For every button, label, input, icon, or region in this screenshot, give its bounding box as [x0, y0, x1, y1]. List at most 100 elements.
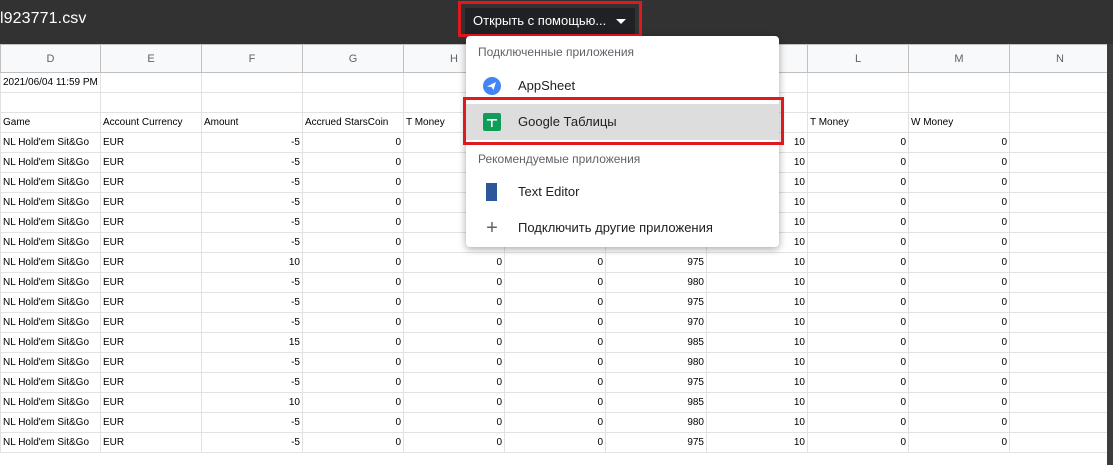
table-cell[interactable] — [302, 92, 404, 113]
table-cell[interactable]: 0 — [302, 352, 404, 373]
table-cell[interactable]: 0 — [504, 332, 606, 353]
table-cell[interactable]: 980 — [605, 412, 707, 433]
table-cell[interactable]: EUR — [100, 172, 202, 193]
table-cell[interactable]: 0 — [807, 372, 909, 393]
table-cell[interactable]: 0 — [504, 432, 606, 453]
table-cell[interactable]: 0 — [302, 392, 404, 413]
table-cell[interactable]: -5 — [201, 412, 303, 433]
column-header[interactable]: M — [908, 44, 1010, 73]
table-cell[interactable]: 970 — [605, 312, 707, 333]
table-cell[interactable] — [908, 72, 1010, 93]
table-cell[interactable]: 0 — [807, 232, 909, 253]
table-cell[interactable] — [1009, 312, 1107, 333]
table-cell[interactable]: 0 — [302, 212, 404, 233]
table-cell[interactable]: 985 — [605, 332, 707, 353]
table-cell[interactable]: 0 — [908, 232, 1010, 253]
menu-item-google-sheets[interactable]: Google Таблицы — [466, 104, 779, 140]
table-cell[interactable]: 0 — [908, 372, 1010, 393]
table-cell[interactable]: 0 — [908, 332, 1010, 353]
table-cell[interactable]: 10 — [706, 292, 808, 313]
table-cell[interactable]: 0 — [403, 312, 505, 333]
table-cell[interactable]: Game — [0, 112, 101, 133]
table-cell[interactable]: 0 — [302, 252, 404, 273]
table-cell[interactable] — [100, 92, 202, 113]
table-cell[interactable]: T Money — [807, 112, 909, 133]
table-cell[interactable]: NL Hold'em Sit&Go — [0, 232, 101, 253]
table-cell[interactable]: 0 — [302, 272, 404, 293]
table-cell[interactable]: 0 — [807, 192, 909, 213]
table-cell[interactable] — [807, 92, 909, 113]
table-cell[interactable]: NL Hold'em Sit&Go — [0, 352, 101, 373]
table-cell[interactable] — [1009, 252, 1107, 273]
table-cell[interactable]: 0 — [504, 352, 606, 373]
table-cell[interactable] — [201, 72, 303, 93]
table-cell[interactable]: 0 — [302, 192, 404, 213]
table-cell[interactable]: 10 — [706, 432, 808, 453]
table-cell[interactable]: EUR — [100, 372, 202, 393]
column-header[interactable]: N — [1009, 44, 1107, 73]
table-cell[interactable] — [1009, 412, 1107, 433]
table-cell[interactable] — [1009, 92, 1107, 113]
table-cell[interactable]: 0 — [807, 392, 909, 413]
table-cell[interactable]: 0 — [302, 412, 404, 433]
table-cell[interactable]: -5 — [201, 352, 303, 373]
table-cell[interactable]: NL Hold'em Sit&Go — [0, 392, 101, 413]
table-cell[interactable]: 0 — [302, 172, 404, 193]
table-cell[interactable]: EUR — [100, 432, 202, 453]
table-cell[interactable]: 10 — [706, 332, 808, 353]
table-cell[interactable]: NL Hold'em Sit&Go — [0, 432, 101, 453]
table-cell[interactable]: 10 — [706, 272, 808, 293]
table-cell[interactable]: 0 — [908, 432, 1010, 453]
table-cell[interactable] — [1009, 292, 1107, 313]
table-cell[interactable]: 0 — [908, 312, 1010, 333]
menu-item-appsheet[interactable]: AppSheet — [466, 68, 779, 104]
table-cell[interactable]: -5 — [201, 272, 303, 293]
table-cell[interactable]: 0 — [302, 232, 404, 253]
table-cell[interactable]: 0 — [908, 412, 1010, 433]
table-cell[interactable]: EUR — [100, 212, 202, 233]
table-cell[interactable] — [1009, 72, 1107, 93]
table-cell[interactable] — [1009, 152, 1107, 173]
table-cell[interactable]: 0 — [403, 432, 505, 453]
menu-item-text-editor[interactable]: Text Editor — [466, 174, 779, 210]
table-cell[interactable]: 2021/06/04 11:59 PM — [0, 72, 101, 93]
table-cell[interactable] — [201, 92, 303, 113]
table-cell[interactable]: 0 — [908, 272, 1010, 293]
column-header[interactable]: G — [302, 44, 404, 73]
table-cell[interactable] — [100, 72, 202, 93]
table-cell[interactable]: Account Currency — [100, 112, 202, 133]
table-cell[interactable]: 0 — [908, 152, 1010, 173]
table-cell[interactable]: 15 — [201, 332, 303, 353]
table-cell[interactable]: 0 — [504, 372, 606, 393]
table-cell[interactable]: EUR — [100, 232, 202, 253]
table-cell[interactable]: 0 — [302, 152, 404, 173]
column-header[interactable]: F — [201, 44, 303, 73]
table-cell[interactable]: -5 — [201, 132, 303, 153]
table-cell[interactable]: 10 — [706, 252, 808, 273]
table-cell[interactable]: 0 — [403, 392, 505, 413]
table-cell[interactable]: 0 — [908, 192, 1010, 213]
table-cell[interactable] — [1009, 392, 1107, 413]
table-cell[interactable]: 0 — [908, 392, 1010, 413]
table-cell[interactable]: 0 — [403, 292, 505, 313]
table-cell[interactable] — [1009, 272, 1107, 293]
table-cell[interactable]: 0 — [302, 312, 404, 333]
table-cell[interactable]: 0 — [908, 292, 1010, 313]
table-cell[interactable]: 0 — [807, 312, 909, 333]
table-cell[interactable]: 0 — [302, 292, 404, 313]
table-cell[interactable]: 0 — [504, 272, 606, 293]
table-cell[interactable]: EUR — [100, 392, 202, 413]
table-cell[interactable]: 0 — [908, 132, 1010, 153]
table-cell[interactable]: 0 — [504, 412, 606, 433]
table-cell[interactable]: EUR — [100, 312, 202, 333]
table-cell[interactable]: W Money — [908, 112, 1010, 133]
table-cell[interactable]: -5 — [201, 372, 303, 393]
table-cell[interactable] — [1009, 432, 1107, 453]
table-cell[interactable]: 10 — [706, 412, 808, 433]
table-cell[interactable]: 0 — [807, 352, 909, 373]
table-cell[interactable]: NL Hold'em Sit&Go — [0, 192, 101, 213]
column-header[interactable]: L — [807, 44, 909, 73]
table-cell[interactable]: 10 — [706, 312, 808, 333]
table-cell[interactable]: 0 — [403, 412, 505, 433]
table-cell[interactable] — [1009, 212, 1107, 233]
